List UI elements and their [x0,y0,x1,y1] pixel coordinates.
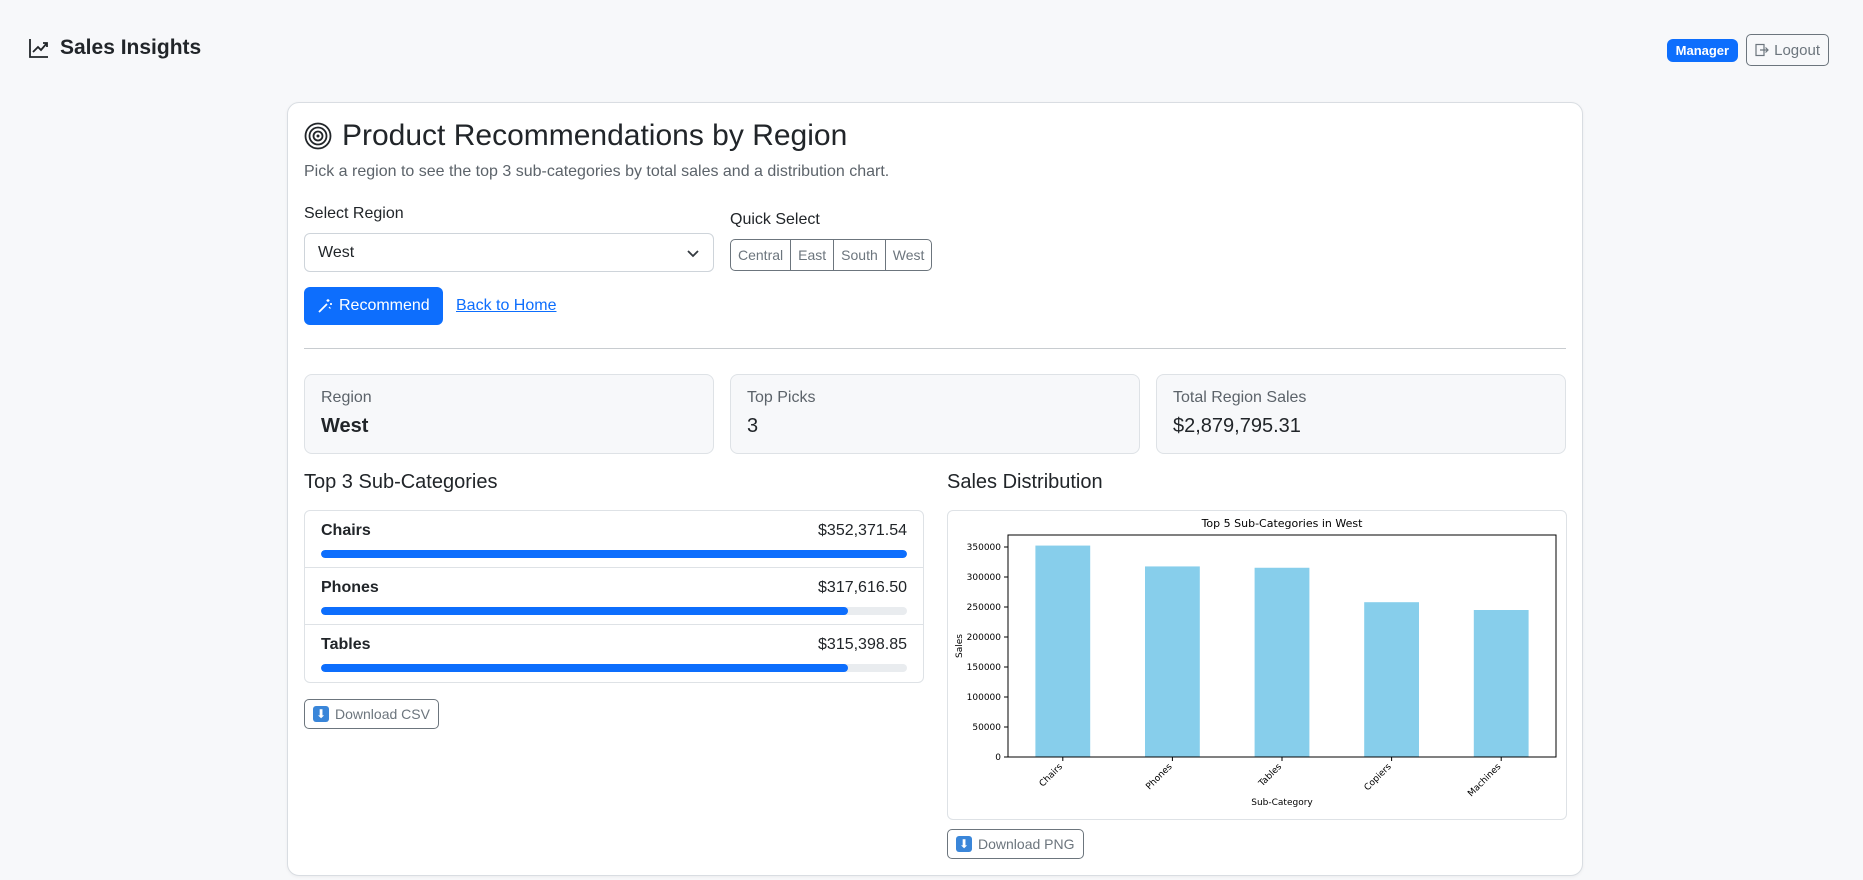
stat-value: 3 [747,415,759,437]
page-subtitle: Pick a region to see the top 3 sub-categ… [304,163,890,180]
subcategory-name: Tables [321,636,371,653]
logout-button[interactable]: Logout [1746,34,1829,66]
top-subcategories-list: Chairs $352,371.54 Phones $317,616.50 Ta… [304,510,924,683]
progress-fill [321,550,907,558]
quick-select-east[interactable]: East [791,240,835,270]
subcategory-amount: $317,616.50 [818,579,907,596]
quick-select-south[interactable]: South [834,240,886,270]
bar-copiers [1364,602,1419,757]
magic-wand-icon [318,299,332,313]
chevron-down-icon [687,249,699,257]
recommendations-card: Product Recommendations by Region Pick a… [287,102,1583,876]
stat-top-picks: Top Picks 3 [730,374,1140,454]
y-tick-label: 200000 [967,633,1002,643]
stat-region: Region West [304,374,714,454]
list-item: Tables $315,398.85 [305,625,923,682]
x-tick-label: Machines [1466,762,1503,799]
stat-label: Total Region Sales [1173,389,1307,406]
page-title: Product Recommendations by Region [304,119,847,153]
quick-select-central[interactable]: Central [731,240,792,270]
subcategory-name: Chairs [321,522,371,539]
y-tick-label: 50000 [972,723,1001,733]
region-select-value: West [318,243,355,261]
download-csv-label: Download CSV [335,706,430,722]
logout-icon [1755,43,1769,57]
page-title-text: Product Recommendations by Region [342,119,848,152]
logout-label: Logout [1774,41,1820,59]
back-to-home-link[interactable]: Back to Home [456,297,556,315]
bar-tables [1254,567,1310,757]
divider [304,348,1566,349]
stat-label: Region [321,389,372,406]
download-csv-button[interactable]: ⬇ Download CSV [304,699,439,729]
y-tick-label: 250000 [967,603,1002,613]
progress-bar [321,550,907,558]
download-icon: ⬇ [956,836,972,852]
recommend-button[interactable]: Recommend [304,287,443,325]
x-tick-label: Phones [1144,762,1174,792]
x-axis-label: Sub-Category [1251,798,1313,808]
bar-chairs [1035,545,1091,757]
x-tick-label: Chairs [1038,762,1065,789]
y-axis-label: Sales [955,634,965,658]
y-tick-label: 300000 [967,573,1002,583]
subcategory-amount: $352,371.54 [818,522,907,539]
top-subcategories-heading: Top 3 Sub-Categories [304,471,498,493]
x-tick-label: Tables [1257,762,1285,790]
brand[interactable]: Sales Insights [28,36,201,60]
stat-label: Top Picks [747,389,816,406]
sales-distribution-heading: Sales Distribution [947,471,1103,493]
y-tick-label: 150000 [967,663,1002,673]
progress-bar [321,664,907,672]
download-png-button[interactable]: ⬇ Download PNG [947,829,1084,859]
stat-value: $2,879,795.31 [1173,415,1301,437]
x-tick-label: Copiers [1363,762,1394,793]
y-tick-label: 0 [995,753,1001,763]
download-png-label: Download PNG [978,836,1075,852]
trend-up-icon [29,39,48,58]
stat-value: West [321,415,369,437]
list-item: Chairs $352,371.54 [305,511,923,568]
region-select[interactable]: West [304,233,714,272]
progress-fill [321,607,849,615]
quick-select-group: Central East South West [730,239,933,271]
download-icon: ⬇ [313,706,329,722]
subcategory-name: Phones [321,579,379,596]
y-tick-label: 350000 [967,543,1002,553]
bar-machines [1473,610,1529,757]
quick-select-label: Quick Select [730,211,820,228]
stat-total-sales: Total Region Sales $2,879,795.31 [1156,374,1566,454]
list-item: Phones $317,616.50 [305,568,923,625]
sales-distribution-chart: Top 5 Sub-Categories in West 0 50000 100000… [947,510,1567,820]
bar-chart: Top 5 Sub-Categories in West 0 50000 100000… [955,517,1557,808]
recommend-label: Recommend [339,297,430,314]
chart-title: Top 5 Sub-Categories in West [1201,517,1364,530]
quick-select-west[interactable]: West [886,240,932,270]
progress-bar [321,607,907,615]
navbar: Sales Insights Manager Logout [0,0,1863,100]
subcategory-amount: $315,398.85 [818,636,907,653]
role-badge: Manager [1666,38,1739,62]
brand-label: Sales Insights [60,36,202,59]
progress-fill [321,664,849,672]
select-region-label: Select Region [304,205,404,222]
bar-phones [1145,566,1200,757]
target-icon [304,122,332,150]
y-tick-label: 100000 [967,693,1002,703]
